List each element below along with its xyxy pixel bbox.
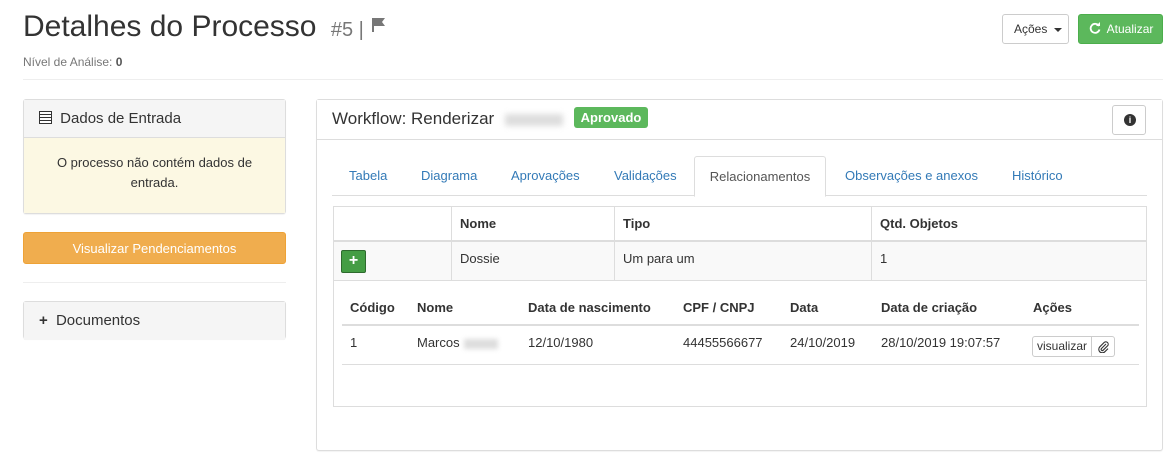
tab-validacoes[interactable]: Validações [614, 156, 677, 196]
tab-historico[interactable]: Histórico [1012, 156, 1063, 196]
flag-icon [372, 18, 386, 33]
redacted-surname [463, 338, 498, 349]
relationships-table: Nome Tipo Qtd. Objetos + Dossie Um para … [333, 206, 1147, 407]
page-title: Detalhes do Processo #5 | [23, 10, 387, 44]
process-number-text: #5 [330, 19, 354, 41]
documents-panel[interactable]: + Documentos [23, 301, 286, 340]
caret-down-icon [1053, 27, 1062, 32]
cell-codigo: 1 [350, 335, 358, 350]
header-cpf: CPF / CNPJ [683, 300, 755, 315]
cell-nome-text: Marcos [417, 335, 460, 350]
header-codigo: Código [350, 300, 395, 315]
header-data: Data [790, 300, 819, 315]
actions-dropdown-button[interactable]: Ações [1002, 14, 1069, 44]
analysis-level-value: 0 [115, 55, 123, 69]
cell-cpf: 44455566677 [683, 335, 763, 350]
header-nome: Nome [451, 207, 614, 240]
relationships-header: Nome Tipo Qtd. Objetos [334, 207, 1146, 242]
input-data-heading: Dados de Entrada [24, 100, 285, 138]
tab-aprovacoes[interactable]: Aprovações [511, 156, 580, 196]
input-data-panel: Dados de Entrada O processo não contém d… [23, 99, 286, 214]
row-actions: visualizar [1032, 336, 1116, 357]
cell-criacao: 28/10/2019 19:07:57 [881, 335, 1001, 350]
workflow-title: Workflow: Renderizar [332, 109, 495, 128]
cell-nome: Marcos [409, 326, 506, 359]
plus-icon: + [39, 312, 48, 329]
view-pendencies-button[interactable]: Visualizar Pendenciamentos [23, 232, 286, 264]
cell-nascimento: 12/10/1980 [528, 335, 594, 350]
process-number: #5 | [331, 19, 370, 41]
row-action-cell: + [334, 242, 451, 280]
attachment-button[interactable] [1092, 336, 1116, 357]
tab-diagrama[interactable]: Diagrama [421, 156, 477, 196]
header-obj-nome: Nome [417, 300, 454, 315]
tab-observacoes[interactable]: Observações e anexos [845, 156, 978, 196]
header-criacao: Data de criação [881, 300, 978, 315]
input-data-message: O processo não contém dados de entrada. [24, 138, 285, 213]
objects-header: Código Nome Data de nascimento CPF / CNP… [342, 291, 1139, 326]
expand-plus-button[interactable]: + [341, 250, 366, 273]
sidebar-divider [23, 282, 286, 283]
row-tipo: Um para um [614, 242, 871, 280]
title-separator: | [358, 19, 364, 41]
list-icon [39, 111, 52, 124]
header-qtd: Qtd. Objetos [871, 207, 1146, 240]
table-row: 1 Marcos 12/10/1980 44455566677 24/10/20… [342, 326, 1139, 365]
workflow-panel: Workflow: Renderizar Aprovado i Tabela D… [316, 99, 1163, 451]
row-qtd: 1 [871, 242, 1146, 280]
tab-relacionamentos[interactable]: Relacionamentos [694, 156, 826, 197]
view-button[interactable]: visualizar [1032, 336, 1093, 357]
documents-title: Documentos [55, 312, 141, 329]
header-acoes: Ações [1033, 300, 1073, 315]
header-tipo: Tipo [614, 207, 871, 240]
row-nome: Dossie [451, 242, 614, 280]
analysis-level: Nível de Análise: 0 [23, 55, 122, 69]
documents-heading[interactable]: + Documentos [24, 302, 285, 340]
cell-data: 24/10/2019 [790, 335, 856, 350]
paperclip-icon [1098, 341, 1109, 353]
header-empty-cell [334, 207, 451, 240]
input-data-title: Dados de Entrada [60, 110, 182, 127]
page-title-text: Detalhes do Processo [23, 10, 317, 43]
status-badge: Aprovado [573, 107, 649, 129]
refresh-icon [1089, 22, 1101, 34]
header-nascimento: Data de nascimento [528, 300, 651, 315]
workflow-tabs: Tabela Diagrama Aprovações Validações Re… [332, 156, 1147, 197]
page-header: Detalhes do Processo #5 | Nível de Análi… [23, 8, 1163, 80]
info-button[interactable]: i [1112, 105, 1146, 135]
tab-tabela[interactable]: Tabela [349, 156, 387, 196]
redacted-workflow-name [504, 113, 563, 126]
analysis-level-label: Nível de Análise: [23, 55, 113, 69]
refresh-button-label: Atualizar [1106, 22, 1154, 36]
refresh-button[interactable]: Atualizar [1078, 14, 1163, 44]
info-icon: i [1124, 114, 1136, 126]
table-row: + Dossie Um para um 1 [334, 242, 1146, 281]
workflow-heading: Workflow: Renderizar Aprovado i [317, 100, 1162, 140]
actions-button-label: Ações [1014, 22, 1048, 36]
